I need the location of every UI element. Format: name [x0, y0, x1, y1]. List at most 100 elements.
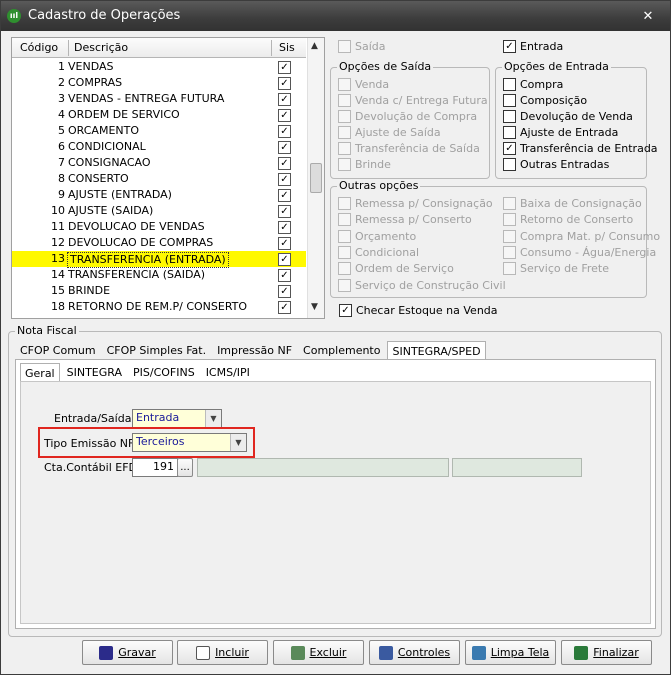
cta-contabil-input[interactable]: 191 [132, 458, 178, 477]
option-checkbox[interactable]: Venda [338, 78, 389, 91]
option-checkbox[interactable]: Serviço de Frete [503, 262, 609, 276]
gravar-button[interactable]: Gravar [82, 640, 173, 665]
scroll-up-icon[interactable]: ▲ [311, 41, 318, 51]
option-checkbox[interactable]: Devolução de Venda [503, 110, 633, 123]
limpa-tela-button[interactable]: Limpa Tela [465, 640, 556, 665]
tab-sintegra-sped[interactable]: SINTEGRA/SPED [387, 341, 486, 360]
header-descricao[interactable]: Descrição [74, 41, 128, 54]
controles-button[interactable]: Controles [369, 640, 460, 665]
option-checkbox[interactable]: Composição [503, 94, 587, 107]
table-row[interactable]: 9 AJUSTE (ENTRADA) ✓ [12, 187, 306, 203]
delete-icon [290, 645, 305, 660]
option-label: Transferência de Saída [355, 142, 480, 155]
table-row[interactable]: 6 CONDICIONAL ✓ [12, 139, 306, 155]
cta-lookup-button[interactable]: ... [177, 458, 193, 477]
row-description: CONDICIONAL [68, 140, 146, 153]
operations-list[interactable]: Código Descrição Sis 1 VENDAS ✓ 2 COMPRAS ✓ 3 V… [11, 37, 325, 319]
row-sis-checkbox[interactable]: ✓ [278, 157, 291, 170]
row-sis-checkbox[interactable]: ✓ [278, 61, 291, 74]
row-sis-checkbox[interactable]: ✓ [278, 125, 291, 138]
row-sis-checkbox[interactable]: ✓ [278, 301, 291, 314]
subtab-sintegra[interactable]: SINTEGRA [63, 363, 126, 382]
table-row[interactable]: 15 BRINDE ✓ [12, 283, 306, 299]
header-sis[interactable]: Sis [279, 41, 295, 54]
tipo-emissao-select[interactable]: Terceiros ▼ [132, 433, 247, 452]
option-checkbox[interactable]: Ajuste de Entrada [503, 126, 618, 139]
finalizar-button[interactable]: Finalizar [561, 640, 652, 665]
table-row[interactable]: 3 VENDAS - ENTREGA FUTURA ✓ [12, 91, 306, 107]
subtab-icms-ipi[interactable]: ICMS/IPI [202, 363, 254, 382]
excluir-button[interactable]: Excluir [273, 640, 364, 665]
table-row[interactable]: 18 RETORNO DE REM.P/ CONSERTO ✓ [12, 299, 306, 315]
table-row[interactable]: 13 TRANSFERENCIA (ENTRADA) ✓ [12, 251, 306, 268]
option-checkbox[interactable]: Venda c/ Entrega Futura [338, 94, 488, 107]
option-checkbox[interactable]: Outras Entradas [503, 158, 609, 171]
option-checkbox[interactable]: Serviço de Construção Civil [338, 278, 506, 292]
tab-complemento[interactable]: Complemento [299, 341, 384, 360]
client-area: Código Descrição Sis 1 VENDAS ✓ 2 COMPRAS ✓ 3 V… [5, 33, 667, 672]
option-checkbox[interactable]: Transferência de Saída [338, 142, 480, 155]
row-sis-checkbox[interactable]: ✓ [278, 237, 291, 250]
table-row[interactable]: 10 AJUSTE (SAIDA) ✓ [12, 203, 306, 219]
subtab-geral[interactable]: Geral [20, 363, 60, 382]
row-sis-checkbox[interactable]: ✓ [278, 269, 291, 282]
option-checkbox[interactable]: Retorno de Conserto [503, 213, 633, 227]
option-label: Brinde [355, 158, 391, 171]
option-checkbox[interactable]: Brinde [338, 158, 391, 171]
row-sis-checkbox[interactable]: ✓ [278, 205, 291, 218]
option-checkbox[interactable]: ✓ Transferência de Entrada [503, 142, 658, 155]
header-codigo[interactable]: Código [20, 41, 58, 54]
row-sis-checkbox[interactable]: ✓ [278, 173, 291, 186]
row-sis-checkbox[interactable]: ✓ [278, 285, 291, 298]
checar-estoque-checkbox[interactable]: ✓ Checar Estoque na Venda [339, 304, 498, 317]
row-sis-checkbox[interactable]: ✓ [278, 141, 291, 154]
row-sis-checkbox[interactable]: ✓ [278, 77, 291, 90]
controls-icon [378, 645, 393, 660]
scroll-thumb[interactable] [310, 163, 322, 193]
tab-cfop-comum[interactable]: CFOP Comum [16, 341, 100, 360]
row-description: COMPRAS [68, 76, 123, 89]
option-checkbox[interactable]: Ordem de Serviço [338, 262, 454, 276]
option-checkbox[interactable]: Devolução de Compra [338, 110, 477, 123]
entrada-saida-select[interactable]: Entrada ▼ [132, 409, 222, 428]
subtab-pis-cofins[interactable]: PIS/COFINS [129, 363, 199, 382]
table-row[interactable]: 5 ORCAMENTO ✓ [12, 123, 306, 139]
table-row[interactable]: 2 COMPRAS ✓ [12, 75, 306, 91]
table-row[interactable]: 4 ORDEM DE SERVICO ✓ [12, 107, 306, 123]
entrada-checkbox[interactable]: ✓ Entrada [503, 40, 563, 53]
row-code: 5 [58, 124, 65, 137]
table-row[interactable]: 11 DEVOLUCAO DE VENDAS ✓ [12, 219, 306, 235]
row-description: ORCAMENTO [68, 124, 140, 137]
option-checkbox[interactable]: Condicional [338, 245, 419, 259]
tab-cfop-simples-fat-[interactable]: CFOP Simples Fat. [103, 341, 210, 360]
dropdown-arrow-icon[interactable]: ▼ [230, 434, 246, 451]
incluir-button[interactable]: Incluir [177, 640, 268, 665]
option-checkbox[interactable]: Remessa p/ Consignação [338, 197, 493, 210]
row-description: BRINDE [68, 284, 111, 297]
option-checkbox[interactable]: Compra Mat. p/ Consumo [503, 229, 660, 243]
table-row[interactable]: 7 CONSIGNACAO ✓ [12, 155, 306, 171]
saida-checkbox[interactable]: Saída [338, 40, 386, 53]
option-checkbox[interactable]: Remessa p/ Conserto [338, 213, 472, 227]
tab-impress-o-nf[interactable]: Impressão NF [213, 341, 296, 360]
table-row[interactable]: 1 VENDAS ✓ [12, 59, 306, 75]
list-scrollbar[interactable]: ▲ ▼ [307, 38, 324, 318]
row-sis-checkbox[interactable]: ✓ [278, 93, 291, 106]
row-sis-checkbox[interactable]: ✓ [278, 109, 291, 122]
cta-description-field [197, 458, 449, 477]
option-checkbox[interactable]: Baixa de Consignação [503, 197, 642, 210]
row-sis-checkbox[interactable]: ✓ [278, 189, 291, 202]
table-row[interactable]: 8 CONSERTO ✓ [12, 171, 306, 187]
option-checkbox[interactable]: Ajuste de Saída [338, 126, 441, 139]
table-row[interactable]: 14 TRANSFERENCIA (SAIDA) ✓ [12, 267, 306, 283]
dropdown-arrow-icon[interactable]: ▼ [205, 410, 221, 427]
scroll-down-icon[interactable]: ▼ [311, 302, 318, 312]
row-sis-checkbox[interactable]: ✓ [278, 221, 291, 234]
close-button[interactable]: ✕ [638, 9, 658, 25]
option-checkbox[interactable]: Compra [503, 78, 563, 91]
option-checkbox[interactable]: Orçamento [338, 229, 416, 243]
option-checkbox[interactable]: Consumo - Água/Energia [503, 245, 656, 259]
row-sis-checkbox[interactable]: ✓ [278, 253, 291, 266]
table-row[interactable]: 12 DEVOLUCAO DE COMPRAS ✓ [12, 235, 306, 251]
gravar-label: Gravar [118, 646, 156, 659]
